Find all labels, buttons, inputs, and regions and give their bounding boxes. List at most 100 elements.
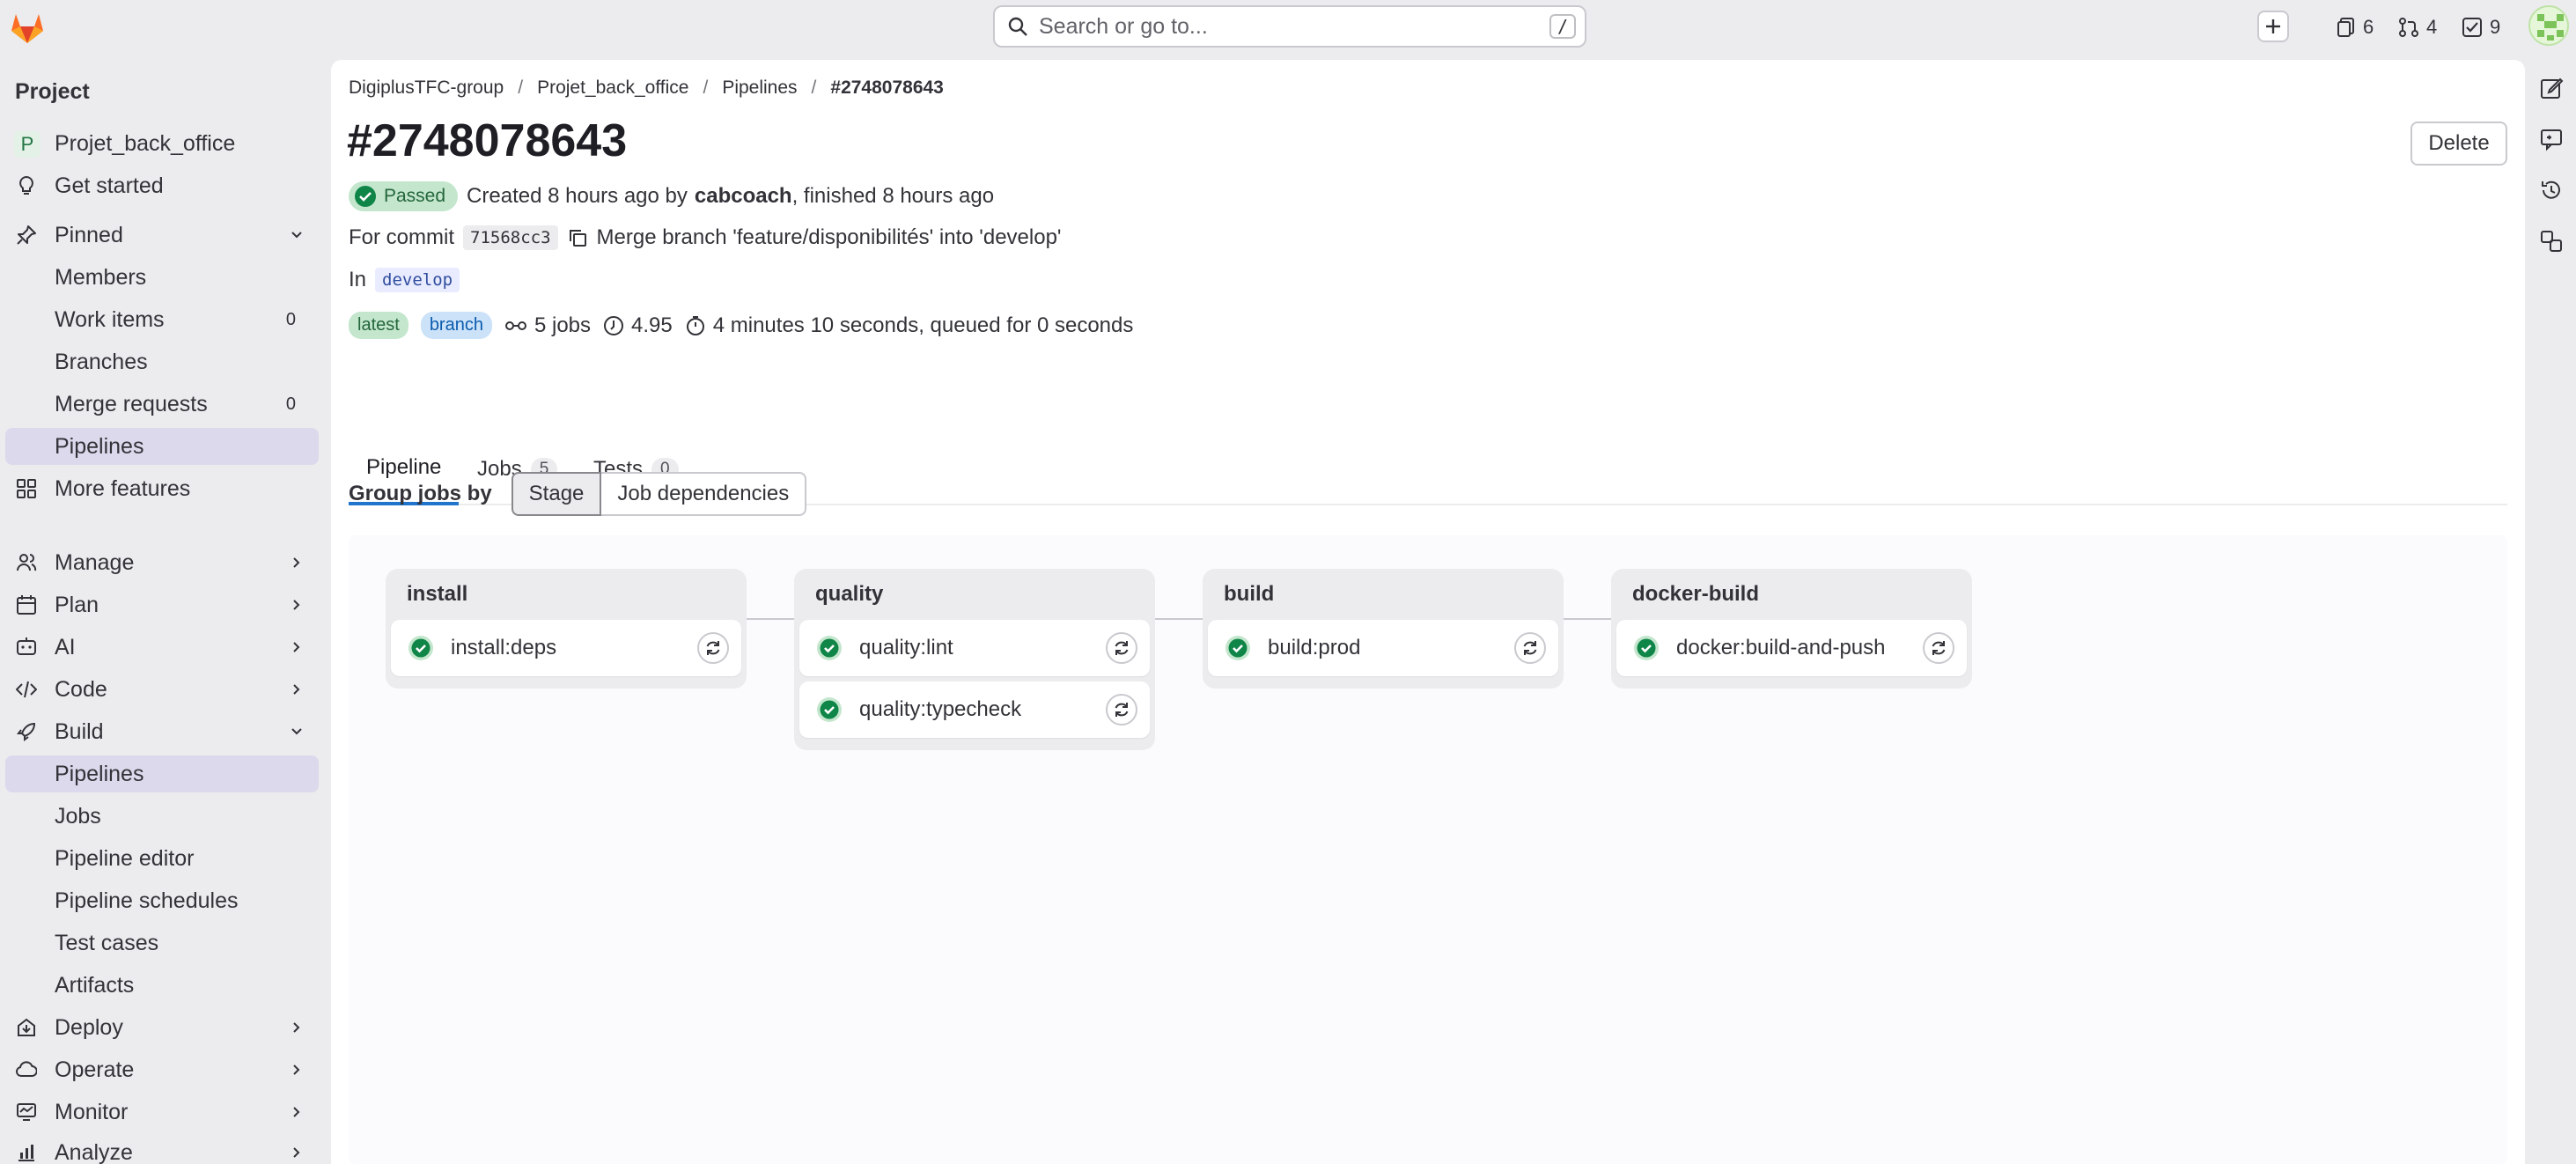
todos-button[interactable]: 9	[2462, 11, 2500, 44]
chevron-right-icon	[289, 1020, 305, 1035]
commit-message[interactable]: Merge branch 'feature/disponibilités' in…	[597, 225, 1062, 250]
sidebar-section-manage[interactable]: Manage	[5, 544, 319, 581]
lightbulb-icon	[16, 175, 37, 196]
sidebar-item-label: Pipelines	[55, 761, 144, 786]
sidebar-item-pipelines-pinned[interactable]: Pipelines	[5, 428, 319, 465]
delete-button[interactable]: Delete	[2410, 122, 2507, 166]
snippets-icon[interactable]	[2539, 229, 2564, 254]
job-item[interactable]: install:deps	[391, 620, 741, 676]
job-name: quality:lint	[859, 636, 953, 659]
sidebar-section-operate[interactable]: Operate	[5, 1051, 319, 1088]
sidebar-item-label: Test cases	[55, 930, 159, 955]
breadcrumb-item-project[interactable]: Projet_back_office	[537, 77, 688, 99]
retry-icon[interactable]	[1514, 632, 1546, 664]
sidebar-section-deploy[interactable]: Deploy	[5, 1009, 319, 1046]
user-avatar[interactable]	[2528, 5, 2569, 46]
retry-icon[interactable]	[1923, 632, 1954, 664]
sidebar-item-jobs[interactable]: Jobs	[5, 798, 319, 835]
sidebar-item-merge-requests[interactable]: Merge requests 0	[5, 386, 319, 423]
sidebar-item-work-items[interactable]: Work items 0	[5, 301, 319, 338]
group-jobs-toggle: Stage Job dependencies	[511, 472, 807, 516]
sidebar-item-label: Plan	[55, 592, 99, 617]
search-input[interactable]: Search or go to... /	[993, 5, 1586, 48]
sidebar-item-label: Monitor	[55, 1099, 129, 1124]
sidebar-section-build[interactable]: Build	[5, 713, 319, 750]
review-comments-icon[interactable]	[2539, 127, 2564, 151]
sidebar-item-more-features[interactable]: More features	[5, 470, 319, 507]
retry-icon[interactable]	[697, 632, 729, 664]
sidebar-item-count: 0	[285, 309, 296, 329]
edit-icon[interactable]	[2539, 76, 2564, 100]
retry-icon[interactable]	[1106, 694, 1137, 726]
chevron-right-icon	[289, 639, 305, 655]
compute-usage: 4.95	[603, 313, 673, 338]
sidebar-item-artifacts[interactable]: Artifacts	[5, 967, 319, 1004]
sidebar-item-test-cases[interactable]: Test cases	[5, 925, 319, 961]
sidebar-project-link[interactable]: P Projet_back_office	[5, 125, 319, 162]
status-success-icon	[407, 634, 435, 662]
copy-icon[interactable]	[567, 227, 588, 248]
pipeline-status-line: Passed Created 8 hours ago by cabcoach, …	[349, 181, 994, 211]
calendar-icon	[16, 594, 37, 615]
group-by-dependencies-button[interactable]: Job dependencies	[601, 472, 807, 516]
status-badge[interactable]: Passed	[349, 181, 459, 211]
stage-column-build: build build:prod	[1203, 569, 1564, 689]
status-success-icon	[815, 696, 843, 724]
sidebar-section-analyze[interactable]: Analyze	[5, 1134, 319, 1164]
create-new-button[interactable]	[2257, 11, 2289, 42]
job-item[interactable]: quality:lint	[799, 620, 1150, 676]
job-name: build:prod	[1268, 636, 1361, 659]
sidebar-item-branches[interactable]: Branches	[5, 343, 319, 380]
retry-icon[interactable]	[1106, 632, 1137, 664]
stage-title: install	[407, 582, 468, 606]
group-jobs-label: Group jobs by	[349, 482, 492, 505]
sidebar-section-monitor[interactable]: Monitor	[5, 1094, 319, 1131]
job-item[interactable]: docker:build-and-push	[1616, 620, 1967, 676]
breadcrumb-item-current[interactable]: #2748078643	[830, 77, 943, 99]
search-shortcut-key: /	[1549, 14, 1576, 39]
sidebar-section-ai[interactable]: AI	[5, 629, 319, 666]
sidebar-section-code[interactable]: Code	[5, 671, 319, 708]
sidebar-item-label: Deploy	[55, 1014, 123, 1040]
job-name: install:deps	[451, 636, 557, 659]
commit-prefix: For commit	[349, 225, 454, 249]
stage-connector	[1564, 618, 1613, 620]
breadcrumb-item-pipelines[interactable]: Pipelines	[722, 77, 797, 99]
sidebar-item-pipelines[interactable]: Pipelines	[5, 755, 319, 792]
grid-icon	[16, 478, 37, 499]
stage-column-quality: quality quality:lint quality:typecheck	[794, 569, 1155, 750]
latest-badge: latest	[349, 312, 408, 339]
issues-button[interactable]: 6	[2337, 11, 2374, 44]
branch-badge: branch	[420, 312, 492, 339]
sidebar-item-label: Get started	[55, 173, 164, 198]
search-placeholder: Search or go to...	[1039, 13, 1208, 39]
chevron-right-icon	[289, 1104, 305, 1120]
status-success-icon	[815, 634, 843, 662]
ai-icon	[16, 637, 37, 658]
sidebar-item-get-started[interactable]: Get started	[5, 167, 319, 204]
branch-link[interactable]: develop	[375, 268, 460, 292]
commit-sha[interactable]: 71568cc3	[463, 225, 558, 250]
gitlab-logo-icon[interactable]	[9, 9, 46, 46]
sidebar-item-members[interactable]: Members	[5, 259, 319, 296]
history-icon[interactable]	[2539, 178, 2564, 203]
breadcrumb-item-group[interactable]: DigiplusTFC-group	[349, 77, 504, 99]
group-by-stage-button[interactable]: Stage	[511, 472, 602, 516]
sidebar-item-pipeline-editor[interactable]: Pipeline editor	[5, 840, 319, 877]
breadcrumb-separator: /	[811, 77, 817, 98]
sidebar-item-label: Jobs	[55, 803, 101, 829]
chevron-down-icon	[289, 724, 305, 740]
sidebar-section-plan[interactable]: Plan	[5, 586, 319, 623]
users-icon	[16, 552, 37, 573]
job-item[interactable]: quality:typecheck	[799, 681, 1150, 738]
sidebar-section-pinned[interactable]: Pinned	[5, 217, 319, 254]
job-item[interactable]: build:prod	[1208, 620, 1558, 676]
stage-title: build	[1224, 582, 1275, 606]
status-success-icon	[1632, 634, 1660, 662]
merge-requests-button[interactable]: 4	[2398, 11, 2437, 44]
sidebar-item-pipeline-schedules[interactable]: Pipeline schedules	[5, 882, 319, 919]
issues-icon	[2337, 17, 2356, 38]
stage-connector	[747, 618, 796, 620]
sidebar-item-label: Merge requests	[55, 391, 208, 416]
author-link[interactable]: cabcoach	[695, 184, 792, 209]
